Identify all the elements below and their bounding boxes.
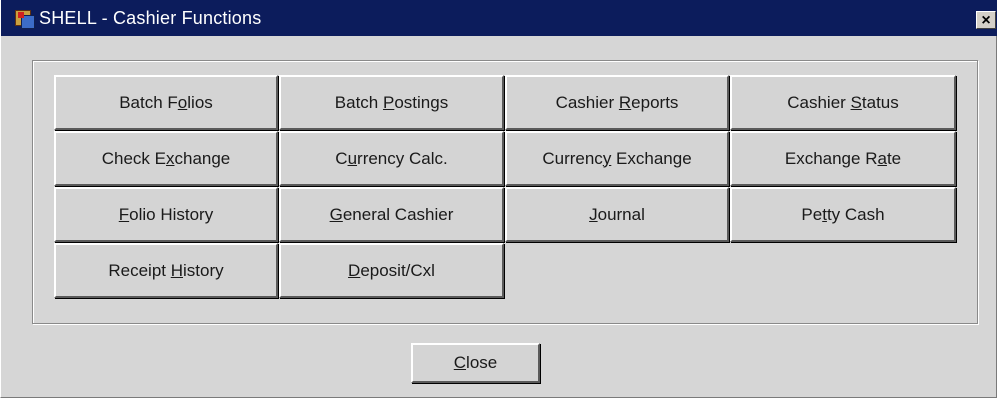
close-icon: × (981, 12, 991, 29)
currency-exchange-button[interactable]: Currency Exchange (505, 131, 729, 186)
journal-button[interactable]: Journal (505, 187, 729, 242)
button-label: Journal (589, 204, 645, 224)
window-close-button[interactable]: × (976, 11, 996, 29)
deposit-cxl-button[interactable]: Deposit/Cxl (279, 243, 504, 298)
button-label: Cashier Status (787, 92, 899, 112)
currency-calc-button[interactable]: Currency Calc. (279, 131, 504, 186)
exchange-rate-button[interactable]: Exchange Rate (730, 131, 956, 186)
check-exchange-button[interactable]: Check Exchange (54, 131, 278, 186)
button-label: Batch Postings (334, 92, 449, 112)
button-label: Cashier Reports (555, 92, 679, 112)
button-label: General Cashier (329, 204, 454, 224)
button-label: Close (453, 353, 498, 372)
button-label: Batch Folios (119, 92, 213, 112)
app-icon (15, 8, 35, 29)
button-label: Exchange Rate (784, 148, 902, 168)
button-label: Currency Calc. (335, 148, 448, 168)
batch-postings-button[interactable]: Batch Postings (279, 75, 504, 130)
folio-history-button[interactable]: Folio History (54, 187, 278, 242)
button-label: Currency Exchange (542, 148, 692, 168)
general-cashier-button[interactable]: General Cashier (279, 187, 504, 242)
receipt-history-button[interactable]: Receipt History (54, 243, 278, 298)
button-label: Petty Cash (801, 204, 885, 224)
button-label: Folio History (118, 204, 214, 224)
cashier-status-button[interactable]: Cashier Status (730, 75, 956, 130)
button-label: Receipt History (108, 260, 224, 280)
cashier-functions-window: SHELL - Cashier Functions × Batch Folios… (0, 0, 997, 398)
window-title: SHELL - Cashier Functions (39, 7, 262, 28)
button-label: Deposit/Cxl (348, 260, 435, 280)
batch-folios-button[interactable]: Batch Folios (54, 75, 278, 130)
cashier-reports-button[interactable]: Cashier Reports (505, 75, 729, 130)
title-bar: SHELL - Cashier Functions × (1, 0, 997, 36)
petty-cash-button[interactable]: Petty Cash (730, 187, 956, 242)
close-button[interactable]: Close (411, 343, 540, 383)
button-label: Check Exchange (101, 148, 231, 168)
